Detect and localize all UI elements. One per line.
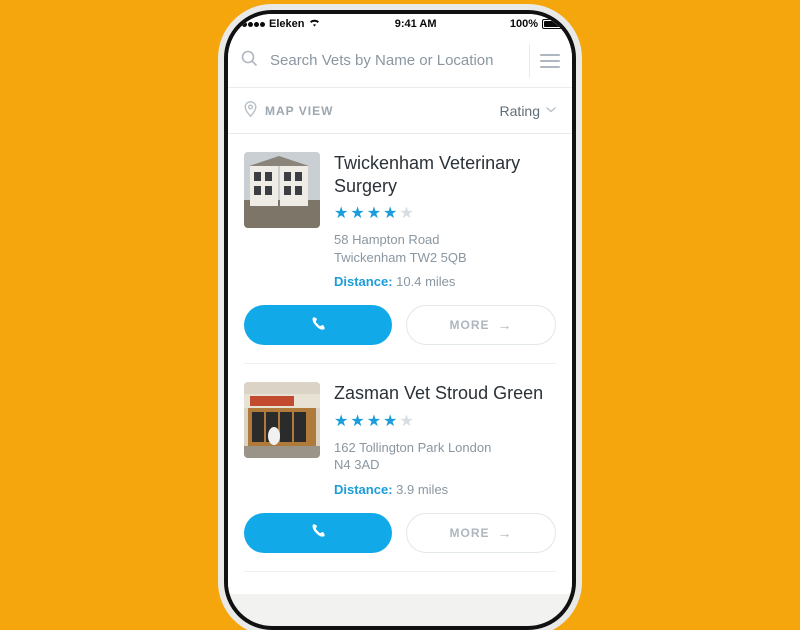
result-thumbnail: [244, 382, 320, 458]
phone-icon: [309, 522, 327, 543]
star-icon: ★: [399, 203, 413, 223]
result-card[interactable]: Zasman Vet Stroud Green ★ ★ ★ ★ ★ 162 To…: [244, 364, 556, 572]
more-label: MORE: [450, 526, 490, 540]
map-view-button[interactable]: MAP VIEW: [244, 101, 333, 120]
chevron-down-icon: [546, 105, 556, 116]
result-thumbnail: [244, 152, 320, 228]
search-bar: [228, 34, 572, 88]
result-title: Zasman Vet Stroud Green: [334, 382, 556, 405]
arrow-right-icon: →: [498, 525, 513, 541]
menu-icon[interactable]: [540, 54, 560, 68]
star-icon: ★: [334, 203, 348, 223]
wifi-icon: [308, 18, 321, 30]
more-button[interactable]: MORE →: [406, 513, 556, 553]
result-card[interactable]: Twickenham Veterinary Surgery ★ ★ ★ ★ ★ …: [244, 134, 556, 364]
carrier-label: Eleken: [269, 18, 304, 30]
arrow-right-icon: →: [498, 317, 513, 333]
star-icon: ★: [350, 203, 364, 223]
result-distance: Distance: 3.9 miles: [334, 482, 556, 497]
star-icon: ★: [367, 411, 381, 431]
sort-dropdown[interactable]: Rating: [500, 103, 556, 119]
map-pin-icon: [244, 101, 257, 120]
phone-frame: Eleken 9:41 AM 100%: [224, 10, 576, 630]
result-address: 162 Tollington Park London N4 3AD: [334, 439, 556, 474]
clock: 9:41 AM: [395, 18, 437, 30]
call-button[interactable]: [244, 305, 392, 345]
result-distance: Distance: 10.4 miles: [334, 274, 556, 289]
map-view-label: MAP VIEW: [265, 104, 333, 118]
results-list: Twickenham Veterinary Surgery ★ ★ ★ ★ ★ …: [228, 134, 572, 572]
search-icon: [240, 49, 258, 72]
more-button[interactable]: MORE →: [406, 305, 556, 345]
star-icon: ★: [350, 411, 364, 431]
call-button[interactable]: [244, 513, 392, 553]
result-title: Twickenham Veterinary Surgery: [334, 152, 556, 197]
filter-bar: MAP VIEW Rating: [228, 88, 572, 134]
battery-icon: [542, 19, 564, 29]
phone-icon: [309, 315, 327, 336]
search-input[interactable]: [270, 52, 519, 69]
star-icon: ★: [399, 411, 413, 431]
battery-percent: 100%: [510, 18, 538, 30]
star-icon: ★: [334, 411, 348, 431]
star-icon: ★: [367, 203, 381, 223]
screen: Eleken 9:41 AM 100%: [228, 14, 572, 594]
rating-stars: ★ ★ ★ ★ ★: [334, 203, 556, 223]
more-label: MORE: [450, 318, 490, 332]
star-icon: ★: [383, 411, 397, 431]
star-icon: ★: [383, 203, 397, 223]
result-address: 58 Hampton Road Twickenham TW2 5QB: [334, 231, 556, 266]
rating-stars: ★ ★ ★ ★ ★: [334, 411, 556, 431]
status-bar: Eleken 9:41 AM 100%: [228, 14, 572, 34]
signal-dots-icon: [236, 22, 265, 27]
separator: [529, 44, 530, 78]
sort-label: Rating: [500, 103, 540, 119]
